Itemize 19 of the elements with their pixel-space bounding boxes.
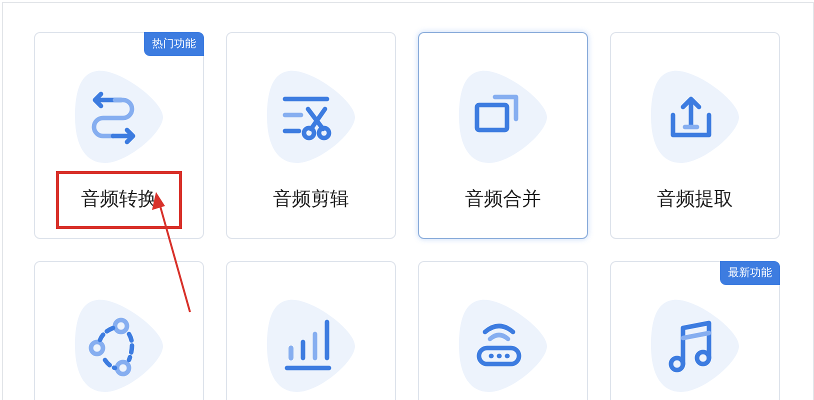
feature-card[interactable]: 音频提取 xyxy=(610,32,780,239)
router-icon xyxy=(476,324,522,366)
bar-chart-icon xyxy=(284,320,332,370)
feature-card[interactable]: 最新功能 xyxy=(610,261,780,400)
feature-card[interactable]: 热门功能 音频转换 xyxy=(34,32,204,239)
feature-badge: 最新功能 xyxy=(720,261,780,285)
feature-label: 音频转换 xyxy=(81,188,157,212)
music-note-icon xyxy=(668,320,712,372)
feature-label: 音频提取 xyxy=(657,188,733,212)
upload-tray-icon xyxy=(670,96,712,138)
swap-icon xyxy=(92,92,136,144)
feature-card[interactable]: 音频剪辑 xyxy=(226,32,396,239)
feature-card[interactable]: 音频合并 xyxy=(418,32,588,239)
connected-circles-icon xyxy=(88,318,134,376)
feature-label: 音频剪辑 xyxy=(273,188,349,212)
feature-label: 音频合并 xyxy=(465,188,541,212)
scissors-list-icon xyxy=(282,96,332,140)
feature-badge: 热门功能 xyxy=(144,32,204,56)
overlapping-squares-icon xyxy=(474,94,518,132)
